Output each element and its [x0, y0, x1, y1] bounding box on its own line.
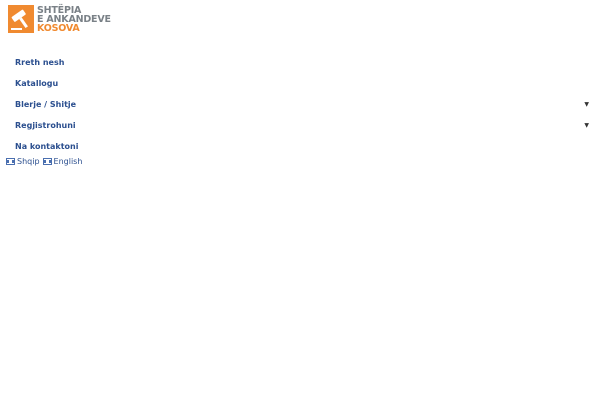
site-header: SHTËPIA E ANKANDEVE KOSOVA: [8, 4, 308, 34]
language-link-english[interactable]: English: [42, 157, 83, 166]
gavel-logo-icon: [8, 5, 34, 33]
nav-item-label: Rreth nesh: [15, 58, 65, 67]
language-label: English: [53, 157, 83, 166]
language-switcher: Shqip English: [6, 157, 82, 166]
flag-icon: [42, 158, 52, 165]
language-link-shqip[interactable]: Shqip: [6, 157, 40, 166]
nav-item-na-kontaktoni[interactable]: Na kontaktoni: [0, 136, 600, 157]
logo-wordmark: SHTËPIA E ANKANDEVE KOSOVA: [37, 5, 111, 34]
nav-item-label: Katallogu: [15, 79, 59, 88]
chevron-down-icon[interactable]: ▼: [584, 115, 589, 136]
flag-icon: [6, 158, 15, 165]
chevron-down-icon[interactable]: ▼: [584, 94, 589, 115]
nav-item-label: Blerje / Shitje: [15, 100, 77, 109]
language-label: Shqip: [17, 157, 40, 166]
nav-item-regjistrohuni[interactable]: Regjistrohuni ▼: [0, 115, 600, 136]
nav-item-rreth-nesh[interactable]: Rreth nesh: [0, 52, 600, 73]
nav-item-label: Na kontaktoni: [15, 142, 79, 151]
nav-item-katallogu[interactable]: Katallogu: [0, 73, 600, 94]
nav-item-label: Regjistrohuni: [15, 121, 76, 130]
site-logo-link[interactable]: SHTËPIA E ANKANDEVE KOSOVA: [8, 4, 308, 34]
nav-item-blerje-shitje[interactable]: Blerje / Shitje ▼: [0, 94, 600, 115]
main-navigation: Rreth nesh Katallogu Blerje / Shitje ▼ R…: [0, 52, 600, 157]
logo-line-3: KOSOVA: [37, 22, 80, 34]
